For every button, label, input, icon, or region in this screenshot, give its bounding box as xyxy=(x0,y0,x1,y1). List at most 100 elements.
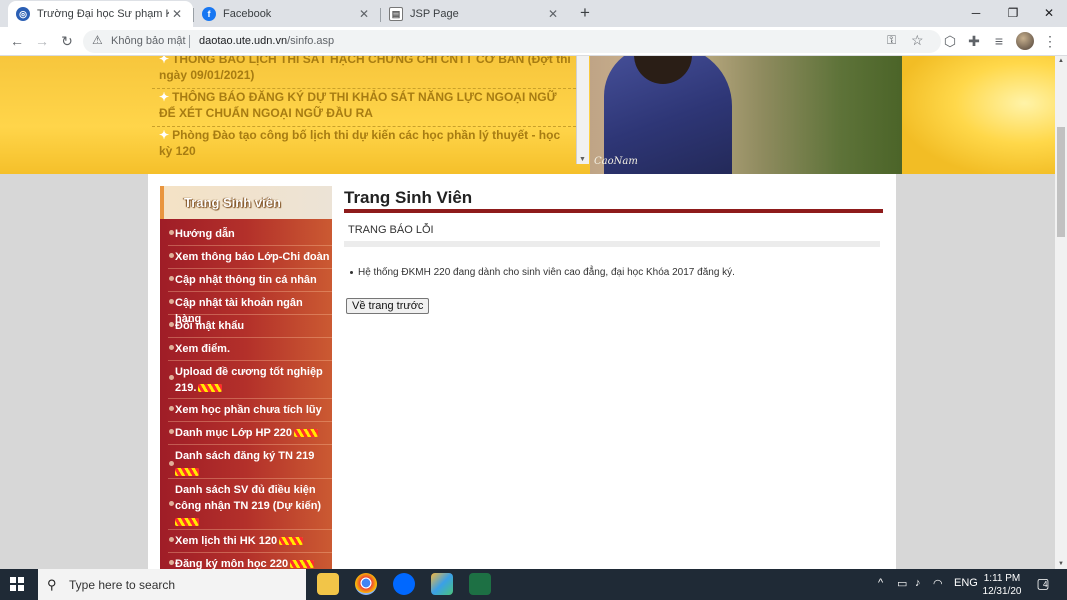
close-tab-icon[interactable]: ✕ xyxy=(545,7,561,21)
battery-icon[interactable]: ▭ xyxy=(897,577,907,590)
new-badge-icon xyxy=(294,429,319,438)
input-language[interactable]: ENG xyxy=(954,577,978,589)
sidebar-item-hoc-phan-chua-tich-luy[interactable]: Xem học phần chưa tích lũy xyxy=(168,399,332,422)
page-title: Trang Sinh Viên xyxy=(344,188,473,207)
scrollbar-thumb[interactable] xyxy=(1057,127,1065,237)
warning-icon[interactable]: ⚠ xyxy=(92,33,103,47)
student-sidebar: Trang Sinh viên Hướng dẫn Xem thông báo … xyxy=(160,186,332,569)
banner-swirl-decoration xyxy=(902,56,1055,174)
chrome-icon[interactable] xyxy=(355,573,377,595)
banner-photo: CaoNam xyxy=(590,56,902,174)
bullet-dot-icon xyxy=(169,322,174,327)
scroll-down-icon[interactable]: ▼ xyxy=(1058,561,1064,567)
page-scrollbar[interactable]: ▲ ▼ xyxy=(1055,56,1067,569)
close-window-button[interactable]: ✕ xyxy=(1031,0,1067,27)
tab-title: Trường Đại học Sư phạm Kỹ thuật xyxy=(37,8,169,20)
ute-logo-icon: ◎ xyxy=(16,7,30,21)
menu-dots-icon[interactable]: ⋮ xyxy=(1041,32,1059,50)
sidebar-item-huong-dan[interactable]: Hướng dẫn xyxy=(168,223,332,246)
url-path: /sinfo.asp xyxy=(287,35,335,47)
windows-logo-icon xyxy=(10,577,16,583)
bullet-dot-icon xyxy=(169,537,174,542)
new-badge-icon xyxy=(175,468,199,477)
wifi-icon[interactable]: ◠ xyxy=(933,577,943,590)
start-button[interactable] xyxy=(10,577,24,591)
tab-ute[interactable]: ◎ Trường Đại học Sư phạm Kỹ thuật ✕ xyxy=(8,1,193,27)
excel-icon[interactable] xyxy=(469,573,491,595)
sidebar-item-tai-khoan-ngan-hang[interactable]: Cập nhật tài khoản ngân hàng xyxy=(168,292,332,325)
sidebar-item-danh-sach-sv-du-dieu-kien[interactable]: Danh sách SV đủ điều kiện công nhận TN 2… xyxy=(168,479,332,530)
news-item[interactable]: ✦ THÔNG BÁO ĐĂNG KÝ DỰ THI KHẢO SÁT NĂNG … xyxy=(152,89,576,127)
minimize-button[interactable]: ─ xyxy=(958,0,994,27)
extension-shield-icon[interactable]: ⬡ xyxy=(941,32,959,50)
site-banner: ✦ THÔNG BÁO LỊCH THI SÁT HẠCH CHỨNG CHỈ C… xyxy=(0,56,1055,174)
bullet-dot-icon xyxy=(169,461,174,466)
close-tab-icon[interactable]: ✕ xyxy=(356,7,372,21)
sidebar-item-thong-tin-ca-nhan[interactable]: Cập nhật thông tin cá nhân xyxy=(168,269,332,292)
zalo-icon[interactable] xyxy=(393,573,415,595)
forward-button[interactable]: → xyxy=(33,32,51,50)
sidebar-item-dang-ky-mon-hoc[interactable]: Đăng ký môn học 220 xyxy=(168,553,332,569)
sidebar-item-lich-thi[interactable]: Xem lịch thi HK 120 xyxy=(168,530,332,553)
new-badge-icon xyxy=(175,518,199,527)
address-divider xyxy=(189,35,190,48)
notification-count: 4 xyxy=(1043,580,1048,589)
page-viewport: ✦ THÔNG BÁO LỊCH THI SÁT HẠCH CHỨNG CHỈ C… xyxy=(0,56,1055,569)
sidebar-item-danh-muc-lop-hp[interactable]: Danh mục Lớp HP 220 xyxy=(168,422,332,445)
system-clock[interactable]: 1:11 PM 12/31/20 xyxy=(980,572,1024,598)
sidebar-item-thong-bao-lop[interactable]: Xem thông báo Lớp-Chi đoàn xyxy=(168,246,332,269)
news-scrollbar[interactable]: ▼ xyxy=(576,56,589,164)
notification-center-icon[interactable]: ▢ 4 xyxy=(1034,575,1052,593)
security-label[interactable]: Không bảo mật xyxy=(111,35,186,47)
sidebar-item-upload-de-cuong[interactable]: Upload đề cương tốt nghiệp 219. xyxy=(168,361,332,399)
bullet-dot-icon xyxy=(169,253,174,258)
page-icon: ▤ xyxy=(389,7,403,21)
scroll-down-icon[interactable]: ▼ xyxy=(579,156,586,163)
windows-logo-icon xyxy=(10,585,16,591)
bookmark-star-icon[interactable]: ☆ xyxy=(911,32,924,49)
tab-facebook[interactable]: f Facebook ✕ xyxy=(194,1,380,27)
close-tab-icon[interactable]: ✕ xyxy=(169,7,185,21)
address-bar[interactable]: ⚠ Không bảo mật daotao.ute.udn.vn/sinfo.… xyxy=(83,30,941,53)
bullet-dot-icon xyxy=(169,560,174,565)
sidebar-item-xem-diem[interactable]: Xem điểm. xyxy=(168,338,332,361)
main-content-area: Trang Sinh viên Hướng dẫn Xem thông báo … xyxy=(148,174,896,569)
plus-icon: ✦ xyxy=(159,128,170,142)
file-explorer-icon[interactable] xyxy=(317,573,339,595)
key-icon[interactable]: ⚿ xyxy=(887,33,896,48)
url-text[interactable]: daotao.ute.udn.vn/sinfo.asp xyxy=(199,35,334,47)
clock-date: 12/31/20 xyxy=(982,586,1022,597)
search-placeholder: Type here to search xyxy=(69,578,176,592)
back-button[interactable]: ← xyxy=(8,32,26,50)
bullet-dot-icon xyxy=(169,299,174,304)
plus-icon: ✦ xyxy=(159,90,170,104)
bullet-dot-icon xyxy=(169,345,174,350)
back-to-previous-button[interactable]: Về trang trước xyxy=(346,298,430,314)
media-queue-icon[interactable]: ≡ xyxy=(990,32,1008,50)
sidebar-item-doi-mat-khau[interactable]: Đổi mật khẩu xyxy=(168,315,332,338)
reload-button[interactable]: ↻ xyxy=(58,32,76,50)
browser-toolbar: ← → ↻ ⚠ Không bảo mật daotao.ute.udn.vn/… xyxy=(0,27,1067,56)
app-icon[interactable] xyxy=(431,573,453,595)
news-item[interactable]: ✦ THÔNG BÁO LỊCH THI SÁT HẠCH CHỨNG CHỈ C… xyxy=(152,56,576,89)
title-divider xyxy=(344,209,883,213)
bullet-dot-icon xyxy=(169,429,174,434)
scroll-up-icon[interactable]: ▲ xyxy=(1058,58,1064,64)
volume-icon[interactable]: ♪ xyxy=(915,577,921,589)
taskbar-search[interactable]: ⚲ Type here to search xyxy=(38,569,306,600)
url-host: daotao.ute.udn.vn xyxy=(199,35,288,47)
bullet-dot-icon xyxy=(169,406,174,411)
tab-strip: ◎ Trường Đại học Sư phạm Kỹ thuật ✕ f Fa… xyxy=(0,0,1067,27)
news-ticker: ✦ THÔNG BÁO LỊCH THI SÁT HẠCH CHỨNG CHỈ C… xyxy=(152,56,576,164)
new-tab-button[interactable]: + xyxy=(576,4,594,22)
plus-icon: ✦ xyxy=(159,56,170,66)
maximize-button[interactable]: ❐ xyxy=(995,0,1031,27)
tray-chevron-icon[interactable]: ^ xyxy=(878,577,883,589)
news-item[interactable]: ✦ Phòng Đào tạo công bố lịch thi dự kiến … xyxy=(152,127,576,164)
tab-jsp-page[interactable]: ▤ JSP Page ✕ xyxy=(381,1,569,27)
profile-avatar[interactable] xyxy=(1016,32,1034,50)
windows-taskbar: ⚲ Type here to search ^ ▭ ♪ ◠ ENG 1:11 P… xyxy=(0,569,1067,600)
extensions-puzzle-icon[interactable]: ✚ xyxy=(965,32,983,50)
sidebar-item-danh-sach-dang-ky-tn[interactable]: Danh sách đăng ký TN 219 xyxy=(168,445,332,479)
heading-divider xyxy=(344,241,880,247)
